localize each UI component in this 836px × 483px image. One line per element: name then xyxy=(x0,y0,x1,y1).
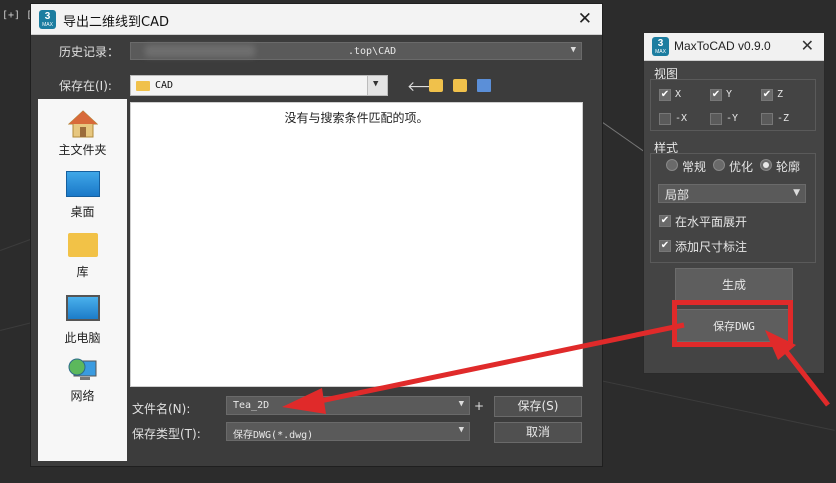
chevron-down-icon: ▼ xyxy=(570,45,576,55)
filetype-select[interactable]: 保存DWG(*.dwg) ▼ xyxy=(226,422,470,441)
view-x-checkbox[interactable]: ✔ xyxy=(659,89,671,101)
style-optimize-label: 优化 xyxy=(729,160,754,174)
empty-message: 没有与搜索条件匹配的项。 xyxy=(284,111,429,125)
close-icon[interactable]: ✕ xyxy=(801,36,814,55)
history-label: 历史记录： xyxy=(59,45,120,59)
view-negz-checkbox[interactable] xyxy=(761,113,773,125)
app-icon: 3 MAX xyxy=(39,10,56,29)
save-in-value: CAD xyxy=(155,80,174,91)
computer-icon xyxy=(65,295,100,321)
flatten-label: 在水平面展开 xyxy=(675,215,748,229)
panel-titlebar[interactable]: 3 MAX MaxToCAD v0.9.0 ✕ xyxy=(644,33,824,61)
scope-select[interactable]: 局部 ▼ xyxy=(658,184,806,203)
chevron-down-icon: ▼ xyxy=(793,188,800,198)
chevron-down-icon: ▼ xyxy=(458,425,464,435)
style-optimize-radio[interactable] xyxy=(713,159,725,171)
app-icon: 3 MAX xyxy=(652,37,669,56)
view-menu-icon[interactable] xyxy=(477,79,491,92)
place-home[interactable]: 主文件夹 xyxy=(38,109,127,158)
up-folder-icon[interactable] xyxy=(429,79,443,92)
view-y-label: Y xyxy=(726,89,733,100)
place-label: 网络 xyxy=(70,389,95,403)
desktop-icon xyxy=(65,171,100,197)
plus-icon[interactable]: + xyxy=(474,399,484,413)
dimension-checkbox[interactable]: ✔ xyxy=(659,240,671,252)
place-desktop[interactable]: 桌面 xyxy=(38,171,127,220)
filename-label: 文件名(N): xyxy=(132,402,191,416)
history-value: .top\CAD xyxy=(348,46,397,57)
dialog-title: 导出二维线到CAD xyxy=(63,15,169,30)
view-negx-label: -X xyxy=(675,113,688,124)
export-dialog: 3 MAX 导出二维线到CAD ✕ 历史记录： .top\CAD ▼ 保存在(I)… xyxy=(30,3,603,467)
style-normal-label: 常规 xyxy=(682,160,707,174)
new-folder-icon[interactable] xyxy=(453,79,467,92)
view-negy-label: -Y xyxy=(726,113,739,124)
chevron-down-icon: ▼ xyxy=(373,79,379,89)
filetype-label: 保存类型(T): xyxy=(132,427,201,441)
save-in-combo[interactable]: CAD ▼ xyxy=(130,75,388,96)
scope-value: 局部 xyxy=(665,188,690,202)
place-network[interactable]: 网络 xyxy=(38,357,127,404)
view-z-checkbox[interactable]: ✔ xyxy=(761,89,773,101)
generate-button[interactable]: 生成 xyxy=(675,268,793,301)
save-button[interactable]: 保存(S) xyxy=(494,396,582,417)
place-computer[interactable]: 此电脑 xyxy=(38,295,127,346)
grid-line xyxy=(599,380,835,431)
view-z-label: Z xyxy=(777,89,784,100)
file-list[interactable]: 没有与搜索条件匹配的项。 xyxy=(130,102,583,387)
save-in-label: 保存在(I): xyxy=(59,79,112,93)
cancel-button[interactable]: 取消 xyxy=(494,422,582,443)
highlight-box xyxy=(672,300,793,347)
view-negz-label: -Z xyxy=(777,113,790,124)
dropdown-button[interactable]: ▼ xyxy=(367,76,387,95)
place-label: 主文件夹 xyxy=(58,143,107,157)
place-label: 库 xyxy=(76,265,89,279)
panel-title: MaxToCAD v0.9.0 xyxy=(674,39,771,53)
filetype-value: 保存DWG(*.dwg) xyxy=(233,430,314,441)
places-bar: 主文件夹 桌面 库 此电脑 网络 xyxy=(38,99,127,461)
dimension-label: 添加尺寸标注 xyxy=(675,240,748,254)
folder-icon xyxy=(136,81,150,91)
view-y-checkbox[interactable]: ✔ xyxy=(710,89,722,101)
style-outline-label: 轮廓 xyxy=(776,160,801,174)
style-normal-radio[interactable] xyxy=(666,159,678,171)
place-library[interactable]: 库 xyxy=(38,233,127,280)
chevron-down-icon: ▼ xyxy=(458,399,464,409)
style-outline-radio[interactable] xyxy=(760,159,772,171)
redacted-path xyxy=(145,45,255,57)
place-label: 此电脑 xyxy=(64,331,101,345)
history-combo[interactable]: .top\CAD ▼ xyxy=(130,42,582,60)
dialog-titlebar[interactable]: 3 MAX 导出二维线到CAD ✕ xyxy=(31,4,602,35)
library-folder-icon xyxy=(67,233,98,257)
object-outline xyxy=(599,120,650,156)
filename-input[interactable]: Tea_2D ▼ xyxy=(226,396,470,415)
view-negx-checkbox[interactable] xyxy=(659,113,671,125)
home-icon xyxy=(67,109,98,139)
view-negy-checkbox[interactable] xyxy=(710,113,722,125)
close-icon[interactable]: ✕ xyxy=(578,9,592,29)
flatten-checkbox[interactable]: ✔ xyxy=(659,215,671,227)
filename-value: Tea_2D xyxy=(233,400,270,411)
place-label: 桌面 xyxy=(70,205,95,219)
view-x-label: X xyxy=(675,89,682,100)
network-icon xyxy=(68,357,98,383)
